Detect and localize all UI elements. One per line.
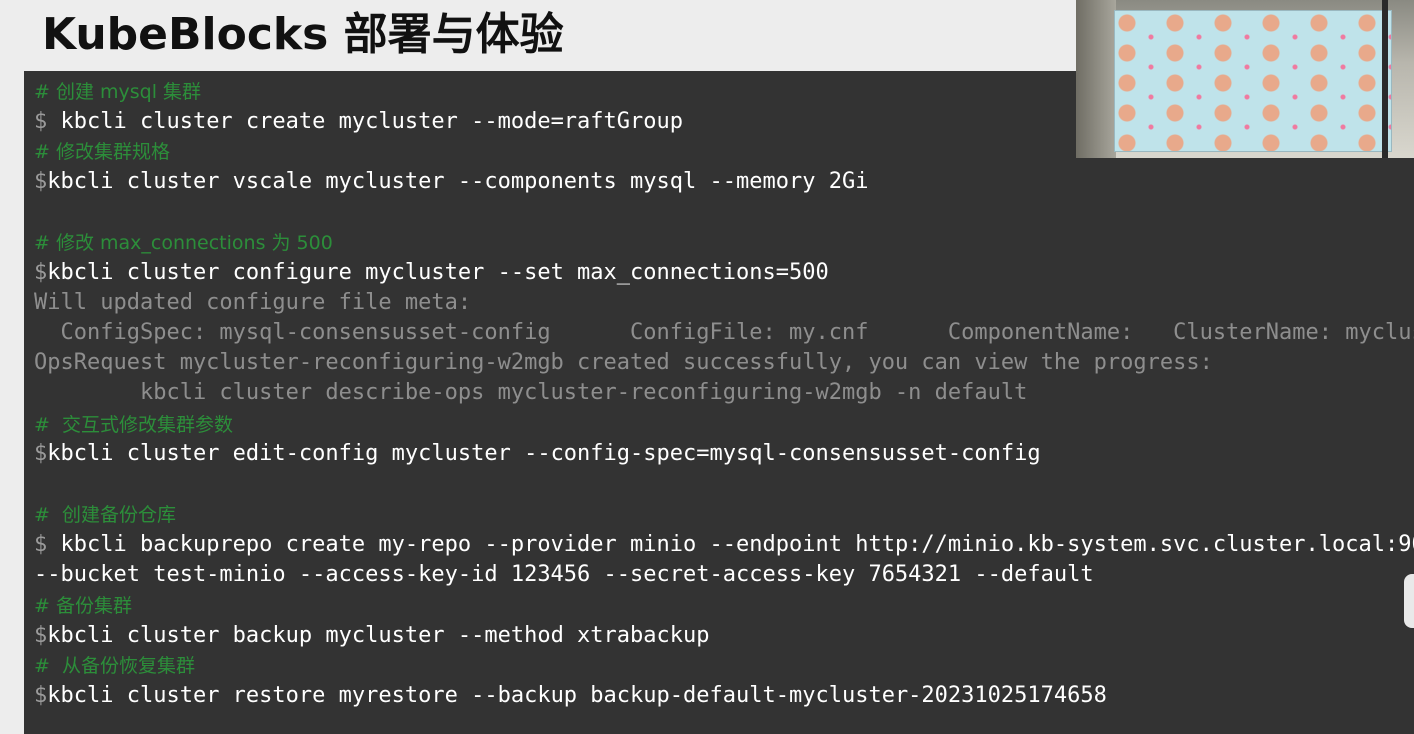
terminal-comment: # 修改集群规格 xyxy=(34,141,170,163)
command-text: kbcli backuprepo create my-repo --provid… xyxy=(47,532,1414,557)
command-text: kbcli cluster configure mycluster --set … xyxy=(47,260,829,285)
prompt-symbol: $ xyxy=(34,260,48,285)
slide-title: KubeBlocks 部署与体验 xyxy=(42,9,564,60)
command-text: --bucket test-minio --access-key-id 1234… xyxy=(34,562,1094,587)
terminal-command-line[interactable]: $kbcli cluster configure mycluster --set… xyxy=(34,258,829,288)
terminal-command-line[interactable]: $kbcli cluster backup mycluster --method… xyxy=(34,621,710,651)
terminal-comment: # 备份集群 xyxy=(34,595,132,617)
prompt-symbol: $ xyxy=(34,683,48,708)
terminal-output: ConfigSpec: mysql-consensusset-config Co… xyxy=(34,320,1414,345)
side-panel-handle[interactable] xyxy=(1404,574,1414,628)
terminal-comment: # 创建备份仓库 xyxy=(34,504,176,526)
terminal-output: Will updated configure file meta: xyxy=(34,290,472,315)
webcam-background-wall xyxy=(1076,0,1116,158)
prompt-symbol: $ xyxy=(34,532,48,557)
prompt-symbol: $ xyxy=(34,169,48,194)
webcam-frame-edge xyxy=(1382,0,1388,158)
prompt-symbol: $ xyxy=(34,441,48,466)
command-text: kbcli cluster restore myrestore --backup… xyxy=(47,683,1107,708)
terminal-command-line[interactable]: --bucket test-minio --access-key-id 1234… xyxy=(34,560,1094,590)
command-text: kbcli cluster edit-config mycluster --co… xyxy=(47,441,1041,466)
terminal-output: kbcli cluster describe-ops mycluster-rec… xyxy=(34,380,1028,405)
terminal-command-line[interactable]: $ kbcli cluster create mycluster --mode=… xyxy=(34,107,683,137)
terminal-panel: # 创建 mysql 集群 $ kbcli cluster create myc… xyxy=(24,71,1414,734)
webcam-bear-pattern-poster xyxy=(1114,10,1392,152)
terminal-comment: # 修改 max_connections 为 500 xyxy=(34,232,333,254)
webcam-overlay xyxy=(1076,0,1414,158)
command-text: kbcli cluster create mycluster --mode=ra… xyxy=(47,109,684,134)
prompt-symbol: $ xyxy=(34,109,48,134)
terminal-comment: # 交互式修改集群参数 xyxy=(34,414,233,436)
terminal-command-line[interactable]: $kbcli cluster restore myrestore --backu… xyxy=(34,681,1107,711)
terminal-comment: # 从备份恢复集群 xyxy=(34,655,195,677)
terminal-output: OpsRequest mycluster-reconfiguring-w2mgb… xyxy=(34,350,1213,375)
command-text: kbcli cluster backup mycluster --method … xyxy=(47,623,710,648)
prompt-symbol: $ xyxy=(34,623,48,648)
command-text: kbcli cluster vscale mycluster --compone… xyxy=(47,169,869,194)
terminal-comment: # 创建 mysql 集群 xyxy=(34,81,202,103)
terminal-command-line[interactable]: $kbcli cluster edit-config mycluster --c… xyxy=(34,439,1041,469)
terminal-command-line[interactable]: $ kbcli backuprepo create my-repo --prov… xyxy=(34,530,1414,560)
terminal-command-line[interactable]: $kbcli cluster vscale mycluster --compon… xyxy=(34,167,868,197)
